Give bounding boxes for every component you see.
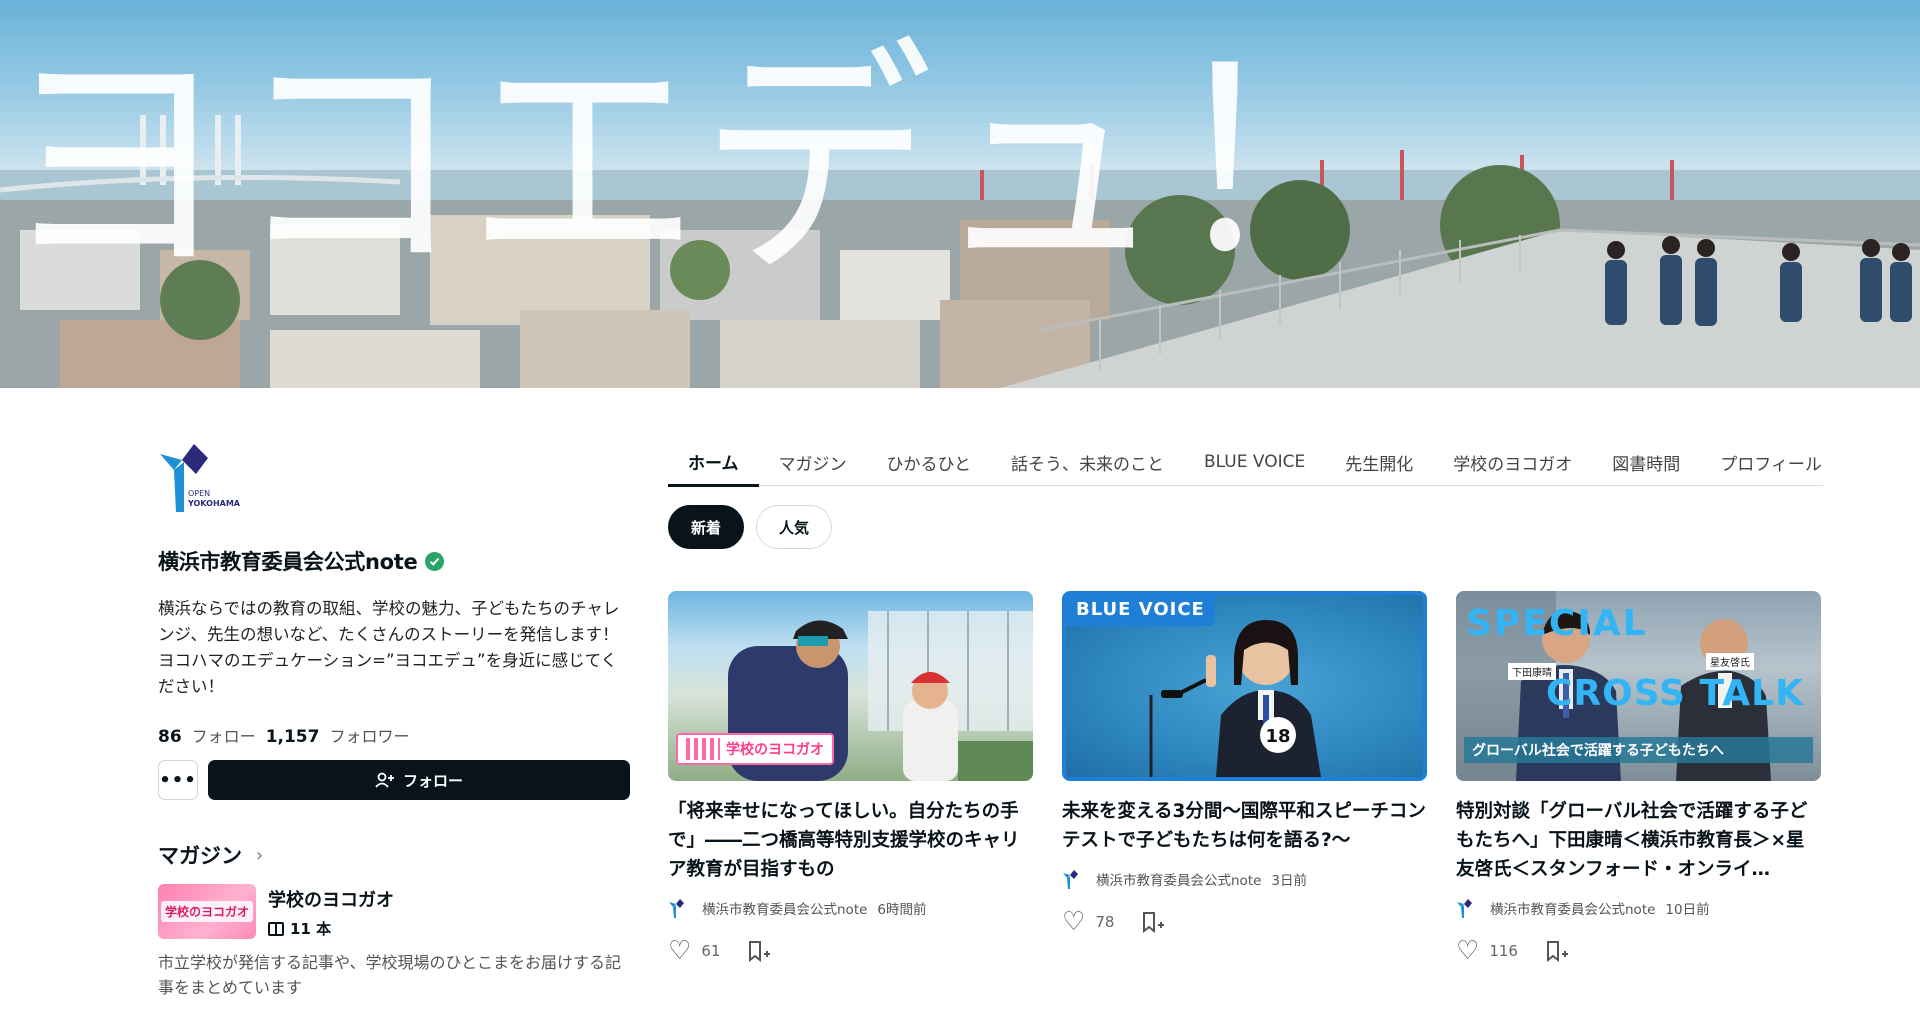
more-icon: ••• xyxy=(159,769,197,791)
tab-future-talk[interactable]: 話そう、未来のこと xyxy=(991,438,1184,486)
author-name[interactable]: 横浜市教育委員会公式note xyxy=(702,898,867,918)
cross-talk-label: CROSS TALK xyxy=(1546,673,1804,714)
follower-label[interactable]: フォロワー xyxy=(329,723,409,747)
follow-count[interactable]: 86 xyxy=(158,727,182,747)
magazine-item[interactable]: 学校のヨコガオ 学校のヨコガオ 11 本 xyxy=(158,884,394,939)
article-actions: ♡ 61 xyxy=(668,938,1033,964)
publish-time: 6時間前 xyxy=(877,902,927,918)
like-count: 78 xyxy=(1095,913,1115,931)
article-meta: 横浜市教育委員会公式note 6時間前 xyxy=(668,898,1033,918)
follower-count[interactable]: 1,157 xyxy=(266,727,320,747)
svg-text:YOKOHAMA: YOKOHAMA xyxy=(187,499,241,508)
author-avatar[interactable] xyxy=(1062,869,1086,889)
save-to-magazine-icon[interactable] xyxy=(748,940,771,963)
magazine-count-text: 11 本 xyxy=(290,920,332,938)
creator-name[interactable]: 横浜市教育委員会公式note xyxy=(158,546,445,576)
article-actions: ♡ 116 xyxy=(1456,938,1821,964)
magazine-thumb-text: 学校のヨコガオ xyxy=(160,901,253,922)
magazine-heading-text: マガジン xyxy=(158,844,242,868)
follow-button-label: フォロー xyxy=(402,771,463,790)
article-meta: 横浜市教育委員会公式note 10日前 xyxy=(1456,898,1821,918)
magazine-description: 市立学校が発信する記事や、学校現場のひとこまをお届けする記事をまとめています xyxy=(158,953,622,997)
article-thumbnail[interactable]: 18 BLUE VOICE xyxy=(1062,591,1427,781)
creator-name-text[interactable]: 横浜市教育委員会公式note xyxy=(158,546,418,576)
open-yokohama-logo[interactable]: OPEN YOKOHAMA xyxy=(158,440,250,512)
add-user-icon xyxy=(375,772,394,788)
author-avatar[interactable] xyxy=(1456,898,1480,918)
school-yokogao-badge: 学校のヨコガオ xyxy=(676,733,834,765)
svg-text:18: 18 xyxy=(1265,726,1290,747)
hero-banner: ヨコエデュ！ xyxy=(0,0,1920,388)
author-name[interactable]: 横浜市教育委員会公式note xyxy=(1490,898,1655,918)
magazine-heading[interactable]: マガジン › xyxy=(158,840,263,870)
guest-name-1: 下田康晴 xyxy=(1508,663,1556,680)
filter-newest[interactable]: 新着 xyxy=(668,505,745,549)
blue-voice-badge: BLUE VOICE xyxy=(1066,595,1215,626)
article-title[interactable]: 特別対談「グローバル社会で活躍する子どもたちへ」下田康晴＜横浜市教育長＞×星友啓… xyxy=(1456,797,1821,884)
like-count: 116 xyxy=(1489,942,1518,960)
svg-text:ヨコエデュ！: ヨコエデュ！ xyxy=(0,17,1400,310)
like-heart-icon[interactable]: ♡ xyxy=(1456,938,1479,964)
magazine-title[interactable]: 学校のヨコガオ xyxy=(268,886,394,912)
tab-school-yokogao[interactable]: 学校のヨコガオ xyxy=(1433,438,1592,486)
creator-bio: 横浜ならではの教育の取組、学校の魅力、子どもたちのチャレンジ、先生の想いなど、た… xyxy=(158,599,620,696)
follow-label[interactable]: フォロー xyxy=(192,723,256,747)
tab-library-time[interactable]: 図書時間 xyxy=(1592,438,1700,486)
author-name[interactable]: 横浜市教育委員会公式note xyxy=(1096,869,1261,889)
book-icon xyxy=(268,921,284,936)
more-options-button[interactable]: ••• xyxy=(158,760,198,800)
badge-text: 学校のヨコガオ xyxy=(726,742,824,758)
hero-title: ヨコエデュ！ xyxy=(0,17,1400,310)
magazine-count: 11 本 xyxy=(268,918,394,939)
follow-button[interactable]: フォロー xyxy=(208,760,630,800)
tab-home[interactable]: ホーム xyxy=(668,438,759,487)
article-thumbnail[interactable]: 学校のヨコガオ xyxy=(668,591,1033,781)
author-avatar[interactable] xyxy=(668,898,692,918)
article-card[interactable]: 18 BLUE VOICE 未来を変える3分間〜国際平和スピーチコンテストで子ど… xyxy=(1062,591,1427,935)
school-building-icon xyxy=(686,738,720,760)
article-title[interactable]: 「将来幸せになってほしい。自分たちの手で」――二つ橋高等特別支援学校のキャリア教… xyxy=(668,797,1033,884)
like-heart-icon[interactable]: ♡ xyxy=(1062,909,1085,935)
like-count: 61 xyxy=(701,942,721,960)
chevron-right-icon: › xyxy=(256,844,264,866)
publish-time: 10日前 xyxy=(1665,902,1710,918)
article-thumbnail[interactable]: SPECIAL CROSS TALK 下田康晴 星友啓氏 グローバル社会で活躍す… xyxy=(1456,591,1821,781)
creator-profile: OPEN YOKOHAMA 横浜市教育委員会公式note 横浜ならではの教育の取… xyxy=(158,440,630,997)
publish-time: 3日前 xyxy=(1271,873,1308,889)
guest-name-2: 星友啓氏 xyxy=(1706,653,1754,670)
magazine-thumbnail[interactable]: 学校のヨコガオ xyxy=(158,884,256,939)
follow-stats: 86 フォロー 1,157 フォロワー xyxy=(158,723,409,747)
special-label: SPECIAL xyxy=(1466,603,1648,644)
article-title[interactable]: 未来を変える3分間〜国際平和スピーチコンテストで子どもたちは何を語る?〜 xyxy=(1062,797,1427,855)
tab-magazine[interactable]: マガジン xyxy=(759,438,867,486)
verified-icon xyxy=(425,551,445,571)
tab-profile[interactable]: プロフィール xyxy=(1700,438,1842,486)
article-card[interactable]: SPECIAL CROSS TALK 下田康晴 星友啓氏 グローバル社会で活躍す… xyxy=(1456,591,1821,964)
tab-blue-voice[interactable]: BLUE VOICE xyxy=(1184,438,1325,486)
svg-text:OPEN: OPEN xyxy=(188,489,210,498)
sort-filters: 新着 人気 xyxy=(668,505,833,549)
content-tabs: ホーム マガジン ひかるひと 話そう、未来のこと BLUE VOICE 先生開化… xyxy=(668,438,1823,487)
save-to-magazine-icon[interactable] xyxy=(1142,911,1165,934)
tab-hikaruhito[interactable]: ひかるひと xyxy=(867,438,992,486)
article-actions: ♡ 78 xyxy=(1062,909,1427,935)
like-heart-icon[interactable]: ♡ xyxy=(668,938,691,964)
tab-sensei-kaika[interactable]: 先生開化 xyxy=(1325,438,1433,486)
filter-popular[interactable]: 人気 xyxy=(756,505,833,549)
cross-talk-caption: グローバル社会で活躍する子どもたちへ xyxy=(1464,737,1813,763)
article-card[interactable]: 学校のヨコガオ 「将来幸せになってほしい。自分たちの手で」――二つ橋高等特別支援… xyxy=(668,591,1033,964)
article-meta: 横浜市教育委員会公式note 3日前 xyxy=(1062,869,1427,889)
save-to-magazine-icon[interactable] xyxy=(1546,940,1568,963)
